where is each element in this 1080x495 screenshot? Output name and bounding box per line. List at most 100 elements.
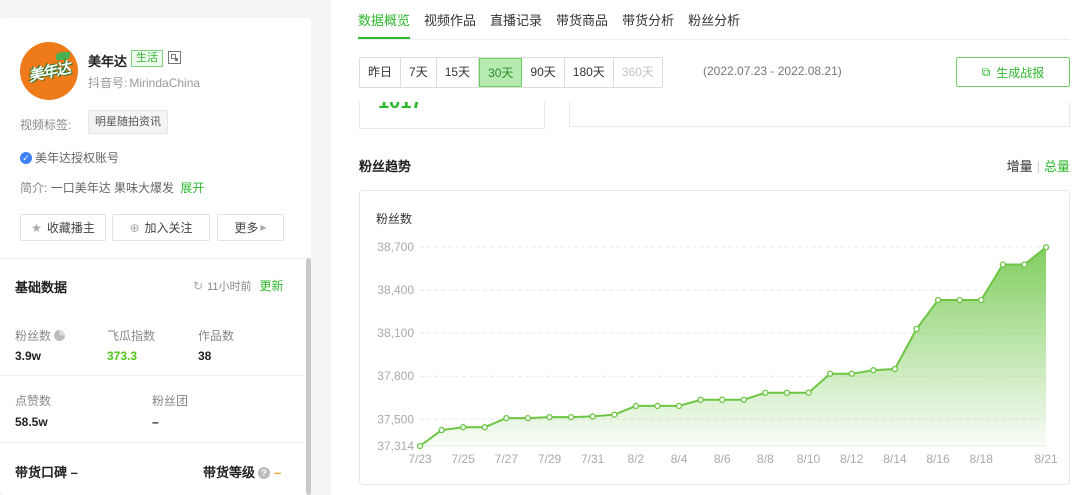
y-tick-label: 37,314 — [377, 439, 414, 453]
y-tick-label: 38,400 — [377, 283, 414, 297]
stat-label-likes: 点赞数 — [15, 394, 52, 408]
profile-panel: 美年达 美年达 生活 抖音号: MirindaChina 视频标签: 明星随拍资讯… — [0, 18, 311, 495]
profile-name: 美年达 — [88, 54, 128, 69]
tab-live[interactable]: 直播记录 — [490, 10, 542, 39]
tab-overview[interactable]: 数据概览 — [358, 10, 411, 39]
qr-code-icon[interactable] — [168, 51, 181, 64]
y-tick-label: 38,700 — [377, 240, 414, 254]
range-180d[interactable]: 180天 — [564, 58, 614, 87]
refresh-icon: ↻ — [193, 278, 204, 293]
intro: 简介: 一口美年达 果味大爆发 展开 — [20, 179, 204, 196]
stat-label-fans-text: 粉丝数 — [15, 329, 52, 343]
stat-label-fans: 粉丝数 — [15, 327, 66, 344]
data-point — [1042, 244, 1050, 251]
data-point — [524, 414, 532, 422]
star-icon: ★ — [31, 220, 42, 235]
range-yesterday[interactable]: 昨日 — [360, 58, 402, 87]
data-point — [913, 325, 920, 333]
douyin-id: 抖音号: MirindaChina — [88, 74, 200, 91]
external-link-icon: ⧉ — [981, 64, 991, 79]
x-tick-label: 8/10 — [797, 452, 821, 466]
avatar-logo-text: 美年达 — [26, 59, 72, 86]
stat-value-likes: 58.5w — [15, 415, 48, 429]
y-tick-label: 38,100 — [377, 326, 414, 340]
pie-chart-icon[interactable] — [54, 330, 66, 341]
stat-value-fanclub: – — [152, 415, 159, 429]
more-button[interactable]: 更多 ▶ — [217, 214, 284, 241]
toggle-separator: | — [1036, 159, 1040, 174]
video-tag[interactable]: 明星随拍资讯 — [88, 110, 168, 134]
data-point — [481, 424, 488, 431]
x-tick-label: 7/29 — [538, 452, 562, 466]
collect-button[interactable]: ★ 收藏播主 — [20, 214, 106, 241]
data-point — [826, 370, 834, 377]
x-tick-label: 7/25 — [451, 452, 475, 466]
data-point — [460, 424, 467, 431]
data-point — [956, 296, 963, 304]
data-point — [783, 389, 791, 396]
x-tick-label: 8/4 — [671, 452, 688, 466]
tab-bar: 数据概览 视频作品 直播记录 带货商品 带货分析 粉丝分析 — [358, 10, 754, 39]
y-tick-label: 37,800 — [377, 369, 414, 383]
fans-area — [420, 247, 1046, 446]
x-tick-label: 7/23 — [408, 452, 432, 466]
chart-title: 粉丝数 — [376, 211, 412, 226]
divider — [0, 442, 305, 443]
toggle-increment[interactable]: 增量 — [1007, 159, 1033, 174]
data-point — [611, 411, 618, 418]
stat-label-fanclub: 粉丝团 — [152, 394, 189, 408]
fans-chart-svg: 粉丝数 37,314 37,500 37,800 38,100 38,400 38,700… — [376, 211, 1058, 466]
data-point — [438, 426, 445, 434]
expand-intro-link[interactable]: 展开 — [180, 181, 204, 195]
data-point — [848, 370, 855, 377]
data-point — [416, 442, 424, 450]
help-icon[interactable]: ? — [258, 467, 271, 479]
range-7d[interactable]: 7天 — [401, 58, 437, 87]
tab-sales-analysis[interactable]: 带货分析 — [622, 10, 674, 39]
trend-toggle: 增量 | 总量 — [1007, 156, 1070, 175]
data-point — [999, 261, 1006, 268]
range-30d[interactable]: 30天 — [479, 58, 523, 87]
x-tick-label: 7/31 — [581, 452, 605, 466]
data-point — [675, 402, 683, 410]
x-tick-label: 7/27 — [495, 452, 519, 466]
caret-right-icon: ▶ — [260, 223, 267, 232]
douyin-id-label: 抖音号: — [88, 76, 128, 90]
metric-card — [569, 102, 1070, 127]
stat-value-works: 38 — [198, 349, 212, 363]
tab-videos[interactable]: 视频作品 — [424, 10, 476, 39]
update-link[interactable]: 更新 — [259, 277, 283, 294]
avatar[interactable]: 美年达 — [20, 42, 78, 100]
stat-value-fans: 3.9w — [15, 349, 42, 363]
x-tick-label: 8/18 — [970, 452, 994, 466]
x-tick-label: 8/12 — [840, 452, 864, 466]
updated-time: 11小时前 — [207, 280, 252, 293]
data-point — [978, 296, 985, 304]
level-value: – — [274, 465, 282, 480]
fans-trend-title: 粉丝趋势 — [359, 159, 412, 174]
generate-report-button[interactable]: ⧉ 生成战报 — [956, 57, 1070, 87]
auth-account: ✓ 美年达授权账号 — [20, 149, 119, 166]
scrollbar[interactable] — [306, 258, 311, 495]
tab-products[interactable]: 带货商品 — [556, 10, 608, 39]
range-15d[interactable]: 15天 — [436, 58, 480, 87]
stat-label-feigua: 飞瓜指数 — [107, 329, 156, 343]
tab-fans-analysis[interactable]: 粉丝分析 — [688, 10, 740, 39]
fans-chart: 粉丝数 37,314 37,500 37,800 38,100 38,400 38,700… — [359, 190, 1070, 485]
divider — [0, 375, 305, 376]
main-panel: 数据概览 视频作品 直播记录 带货商品 带货分析 粉丝分析 昨日 7天 15天 … — [331, 0, 1080, 495]
divider — [0, 258, 305, 259]
more-label: 更多 — [234, 221, 259, 235]
data-point — [719, 396, 726, 403]
auth-text: 美年达授权账号 — [35, 151, 120, 165]
toggle-total[interactable]: 总量 — [1044, 159, 1070, 174]
follow-button[interactable]: ⊕ 加入关注 — [112, 214, 210, 241]
range-90d[interactable]: 90天 — [522, 58, 565, 87]
x-tick-label: 8/21 — [1034, 452, 1058, 466]
range-360d[interactable]: 360天 — [613, 58, 662, 87]
data-point — [805, 389, 812, 396]
data-point — [546, 413, 553, 421]
category-badge: 生活 — [131, 50, 163, 67]
data-point — [697, 396, 704, 403]
basic-data-title: 基础数据 — [15, 280, 68, 295]
